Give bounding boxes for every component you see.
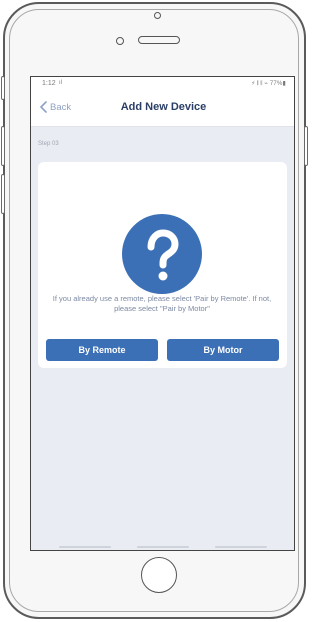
status-bar: 1:12 ıl ⚡ 𝄃 𝄃 ⌁ 77%▮: [31, 77, 294, 91]
status-time: 1:12: [42, 80, 56, 87]
indicator-line: [59, 546, 111, 548]
question-mark-icon: [122, 214, 202, 294]
by-motor-button[interactable]: By Motor: [167, 339, 279, 361]
signal-icon: ıl: [59, 80, 62, 86]
front-camera: [116, 37, 124, 45]
indicator-line: [215, 546, 267, 548]
indicator-line: [137, 546, 189, 548]
by-remote-button[interactable]: By Remote: [46, 339, 158, 361]
app-screen: 1:12 ıl ⚡ 𝄃 𝄃 ⌁ 77%▮ Back Add New Device…: [30, 76, 295, 551]
mute-switch: [1, 76, 5, 100]
pairing-method-card: If you already use a remote, please sele…: [38, 162, 287, 368]
step-label: Step 03: [38, 141, 59, 147]
volume-down-button: [1, 174, 5, 214]
status-indicators: ⚡ 𝄃 𝄃 ⌁ 77%▮: [251, 81, 286, 87]
earpiece-speaker: [138, 36, 180, 44]
sensor-dot: [154, 12, 161, 19]
volume-up-button: [1, 126, 5, 166]
bottom-tab-indicators: [31, 546, 294, 549]
home-button[interactable]: [141, 557, 177, 593]
power-button: [304, 126, 308, 166]
page-title: Add New Device: [120, 101, 207, 113]
navigation-bar: Back Add New Device: [31, 91, 294, 127]
instruction-text: If you already use a remote, please sele…: [52, 294, 272, 313]
